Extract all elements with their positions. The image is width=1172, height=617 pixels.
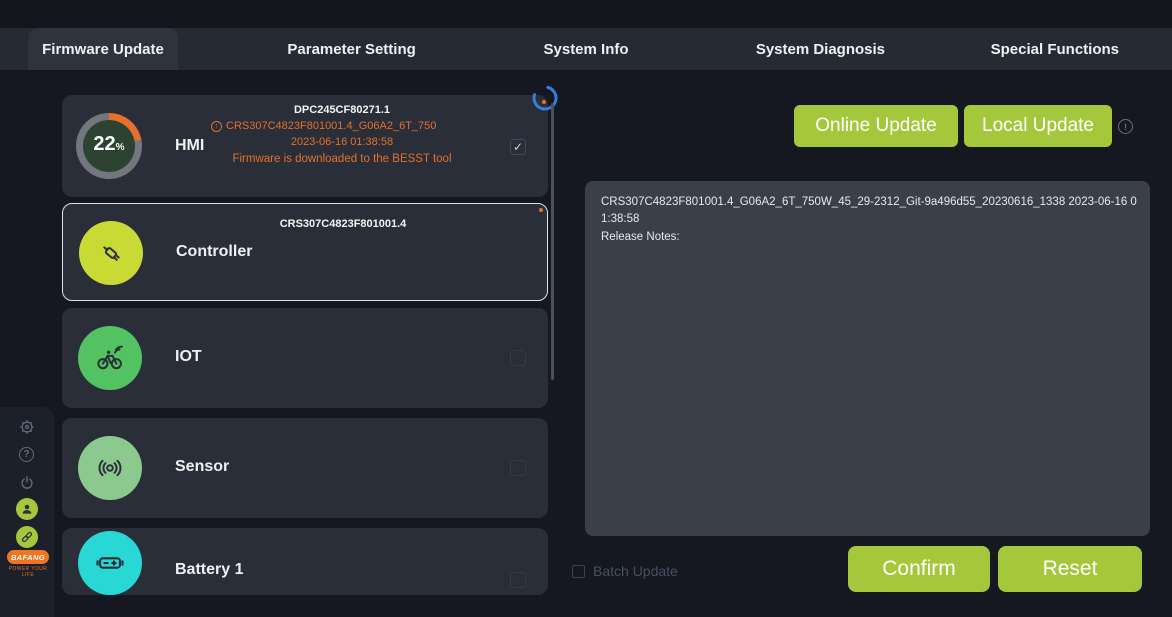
tab-system-info[interactable]: System Info: [469, 28, 703, 70]
bafang-logo-tagline: POWER YOUR LIFE: [7, 566, 49, 578]
device-card-iot[interactable]: IOT: [62, 308, 548, 408]
release-notes-panel: CRS307C4823F801001.4_G06A2_6T_750W_45_29…: [585, 181, 1150, 536]
reset-button[interactable]: Reset: [998, 546, 1142, 592]
device-card-sensor[interactable]: Sensor: [62, 418, 548, 518]
notification-dot: [539, 208, 543, 212]
checkmark-icon: ✓: [513, 140, 523, 154]
info-glyph: !: [1124, 122, 1127, 132]
release-build-string: CRS307C4823F801001.4_G06A2_6T_750W_45_29…: [601, 194, 1146, 229]
device-card-controller[interactable]: CRS307C4823F801001.4 Controller: [62, 203, 548, 301]
device-name: Controller: [176, 243, 252, 261]
batch-update-row: Batch Update: [572, 563, 678, 579]
connection-link-icon[interactable]: [16, 526, 38, 548]
hmi-firmware-file: CRS307C4823F801001.4_G06A2_6T_750: [226, 120, 436, 132]
hmi-firmware-date: 2023-06-16 01:38:58: [192, 136, 492, 148]
iot-bike-icon: [78, 326, 142, 390]
device-list-scrollbar[interactable]: [551, 103, 554, 380]
tab-firmware-update[interactable]: Firmware Update: [0, 28, 234, 70]
sensor-checkbox[interactable]: [510, 460, 526, 476]
hmi-checkbox[interactable]: ✓: [510, 139, 526, 155]
tab-label: Parameter Setting: [287, 41, 415, 58]
sensor-signal-icon: [78, 436, 142, 500]
online-update-button[interactable]: Online Update: [794, 105, 958, 147]
battery-icon: [78, 531, 142, 595]
device-card-battery-1[interactable]: Battery 1: [62, 528, 548, 595]
hmi-progress-value: 22: [93, 134, 115, 154]
device-name: IOT: [175, 348, 202, 366]
batch-update-checkbox[interactable]: [572, 565, 585, 578]
help-icon[interactable]: ?: [18, 446, 36, 464]
battery-checkbox[interactable]: [510, 572, 526, 588]
tab-label: Firmware Update: [42, 41, 164, 58]
batch-update-label: Batch Update: [593, 563, 678, 579]
tab-label: Special Functions: [991, 41, 1119, 58]
hmi-progress-unit: %: [116, 143, 125, 153]
confirm-button[interactable]: Confirm: [848, 546, 990, 592]
hmi-target-version: DPC245CF80271.1: [192, 104, 492, 116]
tab-parameter-setting[interactable]: Parameter Setting: [234, 28, 468, 70]
info-icon[interactable]: !: [1118, 119, 1133, 134]
hmi-status-text: Firmware is downloaded to the BESST tool: [192, 153, 492, 165]
hmi-progress-ring: 22 %: [76, 113, 142, 179]
besst-firmware-update-screen: Firmware Update Parameter Setting System…: [0, 0, 1172, 617]
bafang-logo: BAFANG: [7, 550, 49, 564]
release-notes-label: Release Notes:: [601, 229, 1134, 246]
controller-version: CRS307C4823F801001.4: [193, 218, 493, 230]
tab-special-functions[interactable]: Special Functions: [938, 28, 1172, 70]
iot-checkbox[interactable]: [510, 350, 526, 366]
hmi-firmware-info: DPC245CF80271.1 ↑ CRS307C4823F801001.4_G…: [192, 104, 492, 165]
device-card-hmi[interactable]: 22 % HMI DPC245CF80271.1 ↑ CRS307C4823F8…: [62, 95, 548, 197]
controller-plug-icon: [79, 221, 143, 285]
local-update-button[interactable]: Local Update: [964, 105, 1112, 147]
loading-spinner: [530, 83, 560, 113]
user-account-icon[interactable]: [16, 498, 38, 520]
settings-gear-icon[interactable]: [18, 418, 36, 436]
device-name: Sensor: [175, 458, 229, 476]
power-icon[interactable]: [18, 473, 36, 491]
bafang-logo-text: BAFANG: [11, 553, 45, 562]
device-name: Battery 1: [175, 561, 243, 579]
main-tab-bar: Firmware Update Parameter Setting System…: [0, 28, 1172, 70]
tab-system-diagnosis[interactable]: System Diagnosis: [703, 28, 937, 70]
tab-label: System Diagnosis: [756, 41, 885, 58]
window-top-strip: [0, 0, 1172, 28]
spinner-dot: [542, 100, 546, 104]
upload-icon: ↑: [211, 121, 222, 132]
hmi-firmware-file-row: ↑ CRS307C4823F801001.4_G06A2_6T_750: [211, 120, 473, 132]
active-tab-indicator: Firmware Update: [28, 28, 178, 70]
tab-label: System Info: [544, 41, 629, 58]
help-glyph: ?: [23, 449, 29, 460]
